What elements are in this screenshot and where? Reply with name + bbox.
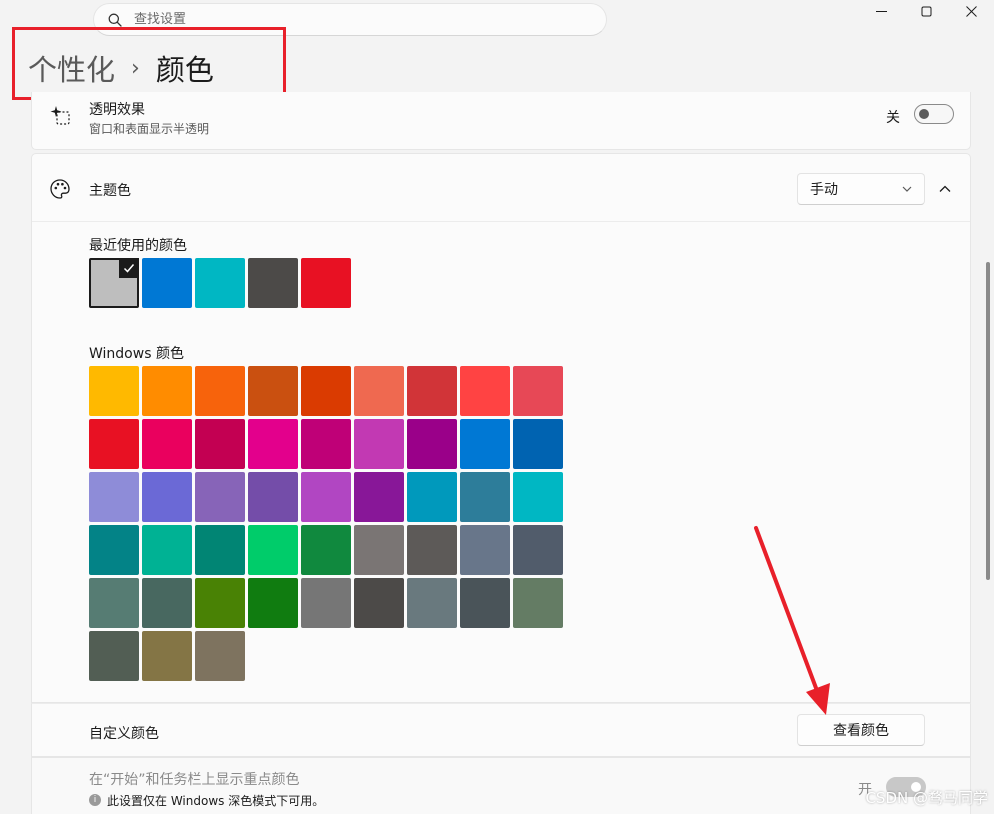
windows-color-swatch[interactable] [142, 578, 192, 628]
toggle-knob [919, 109, 929, 119]
windows-color-swatch[interactable] [89, 631, 139, 681]
maximize-icon [921, 6, 931, 16]
transparency-state-label: 关 [886, 110, 900, 126]
windows-color-swatch[interactable] [407, 525, 457, 575]
start-taskbar-accent-card: 在“开始”和任务栏上显示重点颜色 i 此设置仅在 Windows 深色模式下可用… [31, 757, 971, 814]
close-icon [965, 5, 977, 17]
windows-color-swatch[interactable] [513, 366, 563, 416]
checkmark-icon [119, 258, 139, 278]
windows-color-swatch[interactable] [354, 525, 404, 575]
windows-color-swatch[interactable] [89, 525, 139, 575]
windows-color-swatch[interactable] [301, 472, 351, 522]
windows-colors-label: Windows 颜色 [89, 346, 184, 362]
windows-color-swatch[interactable] [513, 578, 563, 628]
windows-color-swatch[interactable] [89, 419, 139, 469]
annotation-highlight-box [12, 27, 286, 100]
windows-color-swatch[interactable] [460, 525, 510, 575]
windows-color-swatch[interactable] [407, 419, 457, 469]
minimize-button[interactable] [858, 0, 904, 22]
chevron-down-icon [902, 186, 912, 192]
start-taskbar-note: 此设置仅在 Windows 深色模式下可用。 [107, 794, 325, 808]
windows-color-swatch[interactable] [142, 366, 192, 416]
windows-color-swatch[interactable] [354, 578, 404, 628]
windows-color-swatch[interactable] [142, 472, 192, 522]
recent-color-swatch[interactable] [142, 258, 192, 308]
windows-color-swatch[interactable] [248, 578, 298, 628]
windows-color-swatch[interactable] [513, 525, 563, 575]
windows-color-swatch[interactable] [142, 419, 192, 469]
windows-color-swatch[interactable] [248, 419, 298, 469]
windows-color-swatch[interactable] [89, 578, 139, 628]
windows-color-swatch[interactable] [142, 631, 192, 681]
palette-icon [50, 179, 70, 199]
scrollbar-thumb[interactable] [986, 262, 990, 580]
windows-color-swatch[interactable] [354, 472, 404, 522]
windows-color-swatch[interactable] [407, 366, 457, 416]
chevron-up-icon [939, 185, 951, 192]
recent-color-swatch[interactable] [301, 258, 351, 308]
windows-color-swatch[interactable] [301, 366, 351, 416]
transparency-setting-card: 透明效果 窗口和表面显示半透明 关 [31, 92, 971, 150]
windows-color-swatch[interactable] [407, 472, 457, 522]
windows-color-swatch[interactable] [513, 419, 563, 469]
windows-color-swatch[interactable] [142, 525, 192, 575]
divider [32, 221, 970, 222]
accent-mode-dropdown[interactable]: 手动 [797, 173, 925, 205]
recent-color-swatch[interactable] [248, 258, 298, 308]
windows-color-swatch[interactable] [301, 578, 351, 628]
transparency-title: 透明效果 [89, 102, 145, 118]
watermark: CSDN @骛马同学 [865, 789, 988, 807]
search-input[interactable] [134, 12, 574, 27]
transparency-sparkle-icon [50, 106, 70, 125]
windows-color-swatch[interactable] [248, 472, 298, 522]
start-taskbar-title: 在“开始”和任务栏上显示重点颜色 [89, 772, 300, 788]
info-icon: i [89, 794, 101, 806]
accent-color-title: 主题色 [89, 183, 131, 199]
windows-color-swatch[interactable] [460, 419, 510, 469]
close-button[interactable] [948, 0, 994, 22]
windows-color-swatch[interactable] [460, 578, 510, 628]
windows-color-swatch[interactable] [195, 631, 245, 681]
windows-color-swatch[interactable] [248, 366, 298, 416]
accent-mode-value: 手动 [810, 182, 838, 198]
windows-color-swatch[interactable] [301, 525, 351, 575]
search-icon [108, 13, 122, 27]
windows-color-swatch[interactable] [354, 366, 404, 416]
transparency-subtitle: 窗口和表面显示半透明 [89, 122, 210, 136]
custom-color-label: 自定义颜色 [89, 726, 159, 742]
windows-color-swatch[interactable] [301, 419, 351, 469]
recent-color-swatch[interactable] [195, 258, 245, 308]
windows-color-swatch[interactable] [195, 525, 245, 575]
windows-color-swatch[interactable] [513, 472, 563, 522]
transparency-toggle[interactable] [914, 104, 954, 124]
windows-color-swatch[interactable] [89, 366, 139, 416]
windows-color-swatch[interactable] [195, 419, 245, 469]
windows-color-swatch[interactable] [195, 578, 245, 628]
windows-color-swatch[interactable] [89, 472, 139, 522]
windows-color-swatch[interactable] [407, 578, 457, 628]
recent-color-swatch[interactable] [89, 258, 139, 308]
recent-colors-label: 最近使用的颜色 [89, 238, 187, 254]
minimize-icon [875, 10, 887, 12]
windows-color-swatch[interactable] [460, 472, 510, 522]
collapse-button[interactable] [930, 174, 960, 204]
windows-color-swatch[interactable] [195, 472, 245, 522]
annotation-arrow [754, 526, 830, 715]
windows-color-swatch[interactable] [195, 366, 245, 416]
windows-color-swatch[interactable] [460, 366, 510, 416]
windows-color-swatch[interactable] [354, 419, 404, 469]
windows-color-swatch[interactable] [248, 525, 298, 575]
maximize-button[interactable] [903, 0, 949, 22]
